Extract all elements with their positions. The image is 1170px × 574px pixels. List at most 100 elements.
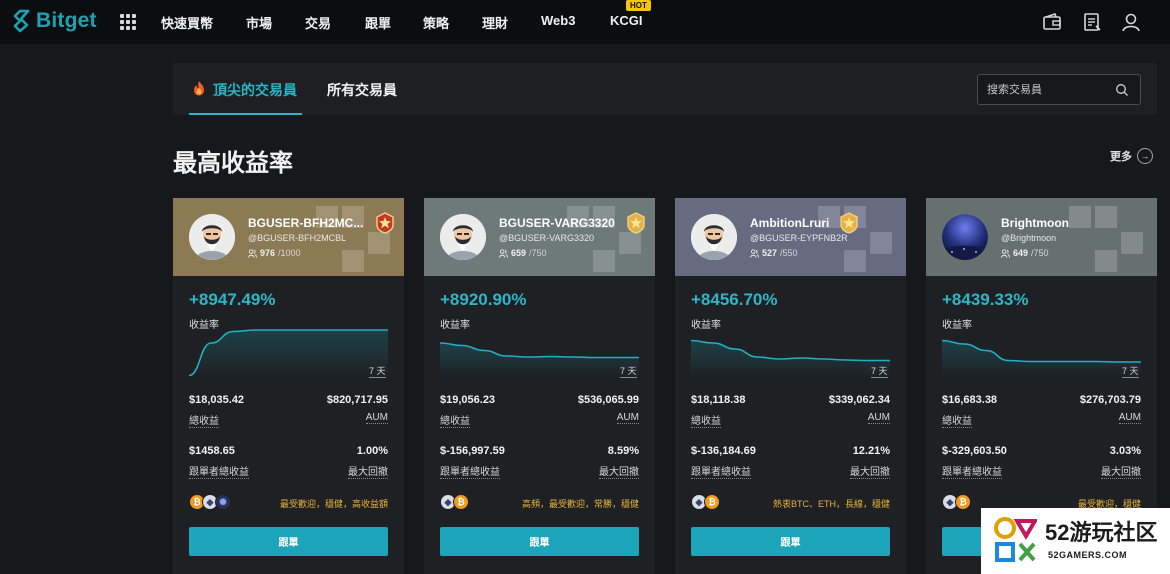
avatar-illustration xyxy=(440,214,486,260)
avatar[interactable] xyxy=(942,214,988,260)
copier-profit-label: 跟單者總收益 xyxy=(440,463,500,479)
aum-label: AUM xyxy=(1118,412,1141,424)
period-label: 7 天 xyxy=(871,366,888,378)
nav-item-markets[interactable]: 市場 xyxy=(246,13,272,32)
total-profit-label: 總收益 xyxy=(189,412,219,428)
section-title: 最高收益率 xyxy=(173,150,293,177)
traded-coins: ₿ ◆ ✺ xyxy=(189,494,231,510)
copier-profit-label: 跟單者總收益 xyxy=(189,463,249,479)
watermark-url: 52GAMERS.COM xyxy=(1048,550,1128,560)
follower-capacity: /750 xyxy=(1031,248,1049,258)
period-label: 7 天 xyxy=(1122,366,1139,378)
max-drawdown-label: 最大回撤 xyxy=(850,463,890,479)
avatar[interactable] xyxy=(440,214,486,260)
roi-value: +8920.90% xyxy=(440,290,527,309)
top-navigation-bar: Bitget 快速買幣 市場 交易 跟單 策略 理財 Web3 KCGI HOT xyxy=(0,0,1170,44)
max-drawdown-value: 12.21% xyxy=(852,445,890,457)
roi-chart xyxy=(188,328,388,378)
trader-name[interactable]: Brightmoon xyxy=(1001,216,1069,230)
traded-coins: ◆ ₿ xyxy=(691,494,720,510)
traded-coins: ◆ ₿ xyxy=(942,494,971,510)
nav-item-copy-trading[interactable]: 跟單 xyxy=(365,13,391,32)
search-icon[interactable] xyxy=(1115,83,1129,97)
nav-item-trade[interactable]: 交易 xyxy=(305,13,331,32)
trader-search-box[interactable] xyxy=(977,74,1141,105)
trader-card-header: BGUSER-BFH2MC... @BGUSER-BFH2MCBL 976/10… xyxy=(173,198,404,276)
copy-trade-button[interactable]: 跟單 xyxy=(189,527,388,556)
arrow-right-icon: → xyxy=(1137,148,1153,164)
trader-handle: @BGUSER-EYPFNB2R xyxy=(750,233,848,243)
copier-profit-label: 跟單者總收益 xyxy=(942,463,1002,479)
trader-tags: 熱衷BTC、ETH，長線，穩健 xyxy=(772,499,890,509)
nav-item-strategy[interactable]: 策略 xyxy=(423,13,449,32)
total-profit-value: $19,056.23 xyxy=(440,394,496,406)
background-decoration-icon xyxy=(1069,206,1143,272)
avatar-illustration xyxy=(189,214,235,260)
trader-card[interactable]: BGUSER-BFH2MC... @BGUSER-BFH2MCBL 976/10… xyxy=(173,198,404,574)
max-drawdown-value: 8.59% xyxy=(607,445,639,457)
wallet-icon[interactable] xyxy=(1041,11,1063,33)
watermark-text: 52游玩社区 xyxy=(1045,520,1158,545)
avatar[interactable] xyxy=(189,214,235,260)
copy-trade-button[interactable]: 跟單 xyxy=(691,527,890,556)
dot-coin-icon: ✺ xyxy=(215,494,231,510)
follower-current: 649 xyxy=(1013,248,1029,258)
nav-item-earn[interactable]: 理財 xyxy=(482,13,508,32)
trader-name[interactable]: BGUSER-VARG3320 xyxy=(499,216,615,230)
follower-current: 659 xyxy=(511,248,527,258)
total-profit-label: 總收益 xyxy=(440,412,470,428)
aum-label: AUM xyxy=(867,412,890,424)
follower-count: 527/550 xyxy=(750,248,798,258)
trader-card-header: Brightmoon @Brightmoon 649/750 xyxy=(926,198,1157,276)
aum-value: $276,703.79 xyxy=(1079,394,1141,406)
tab-all-traders[interactable]: 所有交易員 xyxy=(327,80,397,100)
roi-chart-area xyxy=(189,330,388,378)
nav-item-quick-buy[interactable]: 快速買幣 xyxy=(161,13,213,32)
bitget-logo[interactable]: Bitget xyxy=(12,9,97,33)
brand-name: Bitget xyxy=(36,9,97,32)
fire-icon xyxy=(194,81,204,96)
roi-value: +8456.70% xyxy=(691,290,778,309)
trader-name[interactable]: BGUSER-BFH2MC... xyxy=(248,216,363,230)
more-link[interactable]: 更多 → xyxy=(1110,148,1153,164)
orders-icon[interactable] xyxy=(1081,11,1103,33)
max-drawdown-value: 3.03% xyxy=(1109,445,1141,457)
bitget-logo-icon xyxy=(13,9,30,33)
aum-value: $536,065.99 xyxy=(577,394,639,406)
copier-profit-value: $-329,603.50 xyxy=(942,445,1007,457)
total-profit-value: $18,035.42 xyxy=(189,394,245,406)
roi-chart xyxy=(439,328,639,378)
users-icon xyxy=(1001,248,1010,258)
nav-item-kcgi[interactable]: KCGI xyxy=(610,13,643,28)
copier-profit-value: $-136,184.69 xyxy=(691,445,756,457)
period-label: 7 天 xyxy=(369,366,386,378)
apps-grid-icon[interactable] xyxy=(120,14,136,30)
total-profit-value: $16,683.38 xyxy=(942,394,998,406)
copy-trade-button[interactable]: 跟單 xyxy=(440,527,639,556)
avatar-image xyxy=(942,214,988,260)
trader-card[interactable]: BGUSER-VARG3320 @BGUSER-VARG3320 659/750… xyxy=(424,198,655,574)
user-icon[interactable] xyxy=(1120,11,1142,33)
nav-item-web3[interactable]: Web3 xyxy=(541,13,575,28)
btc-coin-icon: ₿ xyxy=(955,494,971,510)
trader-name[interactable]: AmbitionLruri xyxy=(750,216,829,230)
follower-capacity: /750 xyxy=(529,248,547,258)
total-profit-value: $18,118.38 xyxy=(691,394,746,406)
roi-chart xyxy=(690,328,890,378)
copier-profit-label: 跟單者總收益 xyxy=(691,463,751,479)
watermark-logo-icon xyxy=(994,517,1037,562)
tab-top-traders[interactable]: 頂尖的交易員 xyxy=(213,80,297,100)
hot-badge: HOT xyxy=(626,0,651,11)
roi-value: +8439.33% xyxy=(942,290,1029,309)
trader-handle: @BGUSER-VARG3320 xyxy=(499,233,595,243)
trader-search-input[interactable] xyxy=(987,82,1107,98)
follower-current: 976 xyxy=(260,248,276,258)
trader-card[interactable]: AmbitionLruri @BGUSER-EYPFNB2R 527/550 +… xyxy=(675,198,906,574)
avatar[interactable] xyxy=(691,214,737,260)
roi-chart xyxy=(941,328,1141,378)
follower-capacity: /550 xyxy=(780,248,798,258)
follower-count: 659/750 xyxy=(499,248,547,258)
btc-coin-icon: ₿ xyxy=(453,494,469,510)
total-profit-label: 總收益 xyxy=(691,412,721,428)
active-tab-indicator xyxy=(189,113,302,115)
